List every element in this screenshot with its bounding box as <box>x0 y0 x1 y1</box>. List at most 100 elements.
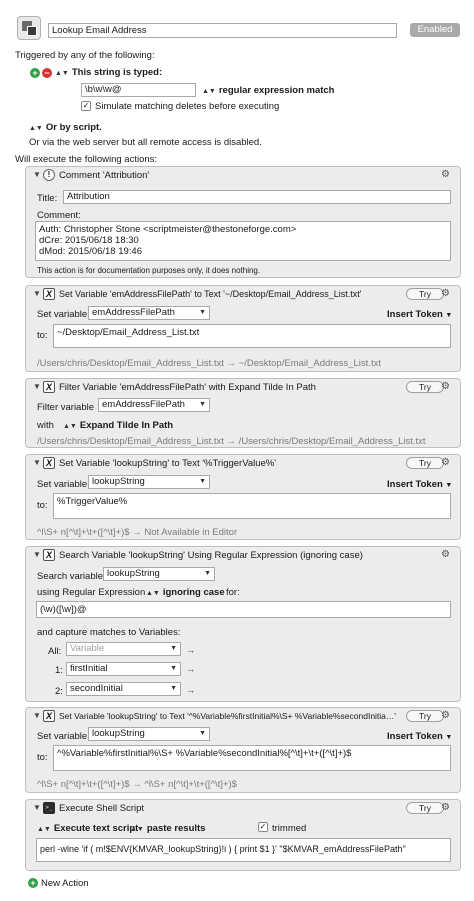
action-set-variable-lookup: ▼ X Set Variable 'lookupString' to Text … <box>25 454 461 540</box>
disclosure-triangle-icon[interactable]: ▼ <box>33 803 41 812</box>
to-label: to: <box>37 752 48 763</box>
gear-icon[interactable]: ⚙ <box>441 549 450 560</box>
try-button[interactable]: Try <box>406 457 444 469</box>
text-value-field[interactable]: %TriggerValue% <box>53 493 451 519</box>
variable-x-icon: X <box>43 549 55 561</box>
gear-icon[interactable]: ⚙ <box>441 802 450 813</box>
gear-icon[interactable]: ⚙ <box>441 457 450 468</box>
action-header[interactable]: ▼ X Set Variable 'lookupString' to Text … <box>26 708 460 724</box>
comment-textarea[interactable]: Auth: Christopher Stone <scriptmeister@t… <box>35 221 451 261</box>
script-trigger-label: Or by script. <box>45 122 102 133</box>
simulate-checkbox[interactable]: ✓ <box>81 101 91 111</box>
to-label: to: <box>37 330 48 341</box>
gear-icon[interactable]: ⚙ <box>441 288 450 299</box>
output-mode-popup[interactable]: ▲▼ paste results <box>130 823 205 834</box>
match-mode-popup[interactable]: ▲▼ regular expression match <box>202 85 335 96</box>
actions-heading: Will execute the following actions: <box>15 154 158 165</box>
variable-name-combo[interactable]: lookupString ▼ <box>103 567 215 581</box>
variable-name-combo[interactable]: lookupString ▼ <box>88 727 210 741</box>
macro-name-field[interactable]: Lookup Email Address <box>48 23 397 38</box>
disclosure-triangle-icon[interactable]: ▼ <box>33 382 41 391</box>
gear-icon[interactable]: ⚙ <box>441 381 450 392</box>
variable-x-icon: X <box>43 710 55 722</box>
shell-script-field[interactable]: perl -wlne 'if ( m!$ENV{KMVAR_lookupStri… <box>36 838 451 862</box>
to-label: to: <box>37 500 48 511</box>
action-header[interactable]: ▼ X Set Variable 'lookupString' to Text … <box>26 455 460 471</box>
preview-text: /Users/chris/Desktop/Email_Address_List.… <box>37 358 381 369</box>
try-button[interactable]: Try <box>406 802 444 814</box>
action-title: Set Variable 'lookupString' to Text '^%V… <box>59 711 397 721</box>
capture-1-combo[interactable]: firstInitial ▼ <box>66 662 181 676</box>
filter-type-label: Expand Tilde In Path <box>79 420 174 431</box>
disclosure-triangle-icon[interactable]: ▼ <box>33 170 41 179</box>
try-button[interactable]: Try <box>406 288 444 300</box>
chevron-down-icon: ▼ <box>445 482 453 489</box>
capture-2-combo[interactable]: secondInitial ▼ <box>66 682 181 696</box>
action-header[interactable]: ▼ X Set Variable 'emAddressFilePath' to … <box>26 286 460 302</box>
string-trigger-type[interactable]: ▲▼ This string is typed: <box>55 67 162 78</box>
variable-x-icon: X <box>43 457 55 469</box>
chevron-down-icon: ▼ <box>170 645 177 652</box>
action-header[interactable]: ▼ X Filter Variable 'emAddressFilePath' … <box>26 379 460 395</box>
all-label: All: <box>48 646 62 657</box>
script-trigger[interactable]: ▲▼ Or by script. <box>29 122 102 133</box>
macro-icon <box>17 16 41 40</box>
action-title: Set Variable 'emAddressFilePath' to Text… <box>59 289 362 299</box>
action-comment: ▼ ! Comment 'Attribution' ⚙ Title: Attri… <box>25 166 461 278</box>
arrow-right-icon: → <box>186 685 195 695</box>
disclosure-triangle-icon[interactable]: ▼ <box>33 550 41 559</box>
try-button[interactable]: Try <box>406 710 444 722</box>
disclosure-triangle-icon[interactable]: ▼ <box>33 289 41 298</box>
disclosure-triangle-icon[interactable]: ▼ <box>33 458 41 467</box>
action-filter-variable: ▼ X Filter Variable 'emAddressFilePath' … <box>25 378 461 448</box>
trigger-string-input[interactable]: \b\w\w@ <box>81 83 196 97</box>
capture-all-combo[interactable]: Variable ▼ <box>66 642 181 656</box>
action-search-variable: ▼ X Search Variable 'lookupString' Using… <box>25 546 461 702</box>
script-mode-popup[interactable]: ▲▼ Execute text script <box>37 823 138 834</box>
capture-1-value: firstInitial <box>70 663 108 674</box>
stepper-icon: ▲▼ <box>37 826 51 833</box>
action-title: Comment 'Attribution' <box>59 170 150 181</box>
variable-name-combo[interactable]: emAddressFilePath ▼ <box>98 398 210 412</box>
add-action-icon[interactable]: + <box>28 878 38 888</box>
action-header[interactable]: ▼ ! Comment 'Attribution' ⚙ <box>26 167 460 183</box>
new-action-link[interactable]: New Action <box>41 878 89 889</box>
stepper-icon: ▲▼ <box>202 88 216 95</box>
comment-line: dMod: 2015/06/18 19:46 <box>39 246 143 257</box>
action-header[interactable]: ▼ >_ Execute Shell Script Try ⚙ <box>26 800 460 816</box>
script-mode-label: Execute text script <box>53 823 139 834</box>
chevron-down-icon: ▼ <box>204 570 211 577</box>
filter-type-popup[interactable]: ▲▼ Expand Tilde In Path <box>63 420 173 431</box>
comment-title-field[interactable]: Attribution <box>63 190 451 204</box>
chevron-down-icon: ▼ <box>199 730 206 737</box>
for-label: for: <box>226 587 240 598</box>
capture-all-placeholder: Variable <box>70 643 105 654</box>
remove-trigger-icon[interactable]: − <box>42 68 52 78</box>
text-value-field[interactable]: ^%Variable%firstInitial%\S+ %Variable%se… <box>53 745 451 771</box>
try-button[interactable]: Try <box>406 381 444 393</box>
regex-field[interactable]: (\w)([\w])@ <box>36 601 451 618</box>
variable-name-combo[interactable]: emAddressFilePath ▼ <box>88 306 210 320</box>
gear-icon[interactable]: ⚙ <box>441 169 450 180</box>
title-label: Title: <box>37 193 58 204</box>
gear-icon[interactable]: ⚙ <box>441 710 450 721</box>
stepper-icon: ▲▼ <box>55 70 69 77</box>
comment-label: Comment: <box>37 210 81 221</box>
action-header[interactable]: ▼ X Search Variable 'lookupString' Using… <box>26 547 460 563</box>
disclosure-triangle-icon[interactable]: ▼ <box>33 711 41 720</box>
add-trigger-icon[interactable]: + <box>30 68 40 78</box>
action-set-variable-path: ▼ X Set Variable 'emAddressFilePath' to … <box>25 285 461 372</box>
enabled-button[interactable]: Enabled <box>410 23 460 37</box>
insert-token-button[interactable]: Insert Token ▼ <box>387 309 452 320</box>
variable-name-combo[interactable]: lookupString ▼ <box>88 475 210 489</box>
preview-text: ^l\S+ n[^\t]+\t+([^\t]+)$ → Not Availabl… <box>37 527 238 538</box>
chevron-down-icon: ▼ <box>445 734 453 741</box>
insert-token-button[interactable]: Insert Token ▼ <box>387 479 452 490</box>
trimmed-checkbox[interactable]: ✓ <box>258 822 268 832</box>
using-label: using Regular Expression <box>37 587 146 598</box>
insert-token-label: Insert Token <box>387 731 443 742</box>
text-value-field[interactable]: ~/Desktop/Email_Address_List.txt <box>53 324 451 348</box>
case-popup[interactable]: ▲▼ ignoring case <box>146 587 225 598</box>
insert-token-button[interactable]: Insert Token ▼ <box>387 731 452 742</box>
comment-icon: ! <box>43 169 55 181</box>
